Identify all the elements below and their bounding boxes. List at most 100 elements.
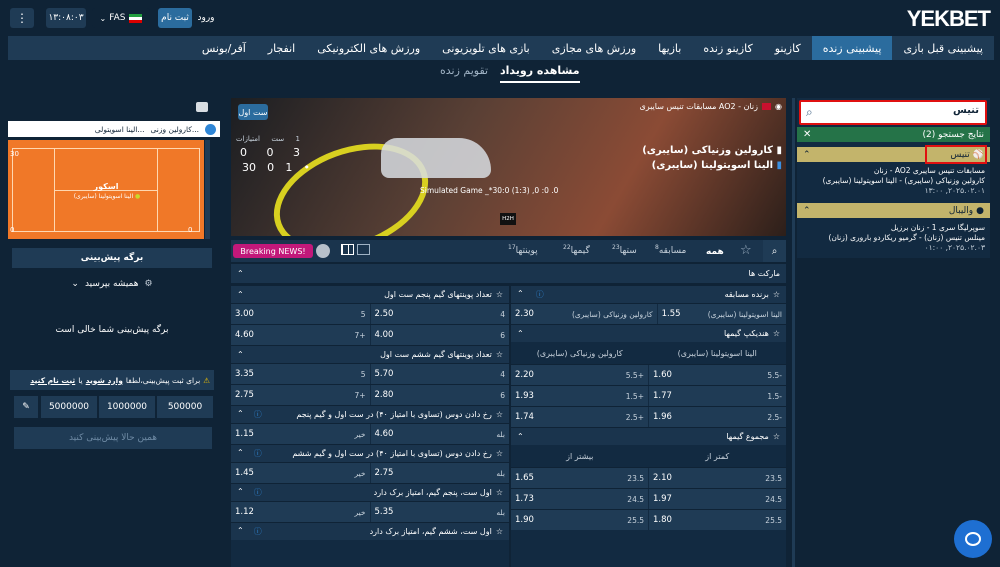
search-icon[interactable]: ⌕ (806, 105, 813, 120)
market-header-handicap[interactable]: ⌃ هندیکپ گیمها ☆ (511, 324, 786, 342)
odd-button[interactable]: 2.75 بله (370, 463, 509, 483)
layout-single-icon[interactable] (357, 244, 370, 255)
star-icon[interactable]: ☆ (773, 329, 780, 338)
tab-live-calendar[interactable]: تقویم زنده (440, 64, 488, 81)
odd-button[interactable]: 2.75 7+ (231, 385, 370, 405)
market-header[interactable]: ⌃ تعداد پوینتهای گیم ششم ست اول ☆ (231, 345, 509, 363)
odd-button[interactable]: 2.80 6 (370, 385, 509, 405)
odd-button[interactable]: 1.96 2.5- (649, 407, 786, 427)
layout-double-icon[interactable] (341, 244, 354, 255)
chevron-up-icon[interactable]: ⌃ (237, 269, 244, 278)
odd-button[interactable]: 1.77 1.5- (649, 386, 786, 406)
odd-button[interactable]: 2.30 کارولین وزنیاکی (سایبری) (511, 304, 657, 324)
odd-button[interactable]: 2.50 4 (370, 304, 509, 324)
odd-button[interactable]: 3.35 5 (231, 364, 370, 384)
odd-button[interactable]: 4.00 6 (370, 325, 509, 345)
star-icon[interactable]: ☆ (496, 290, 503, 299)
nav-item[interactable]: ورزش های الکترونیکی (306, 36, 431, 60)
market-search-button[interactable]: ⌕ (763, 240, 786, 262)
market-header[interactable]: ⌃ ⓘ رخ دادن دوس (تساوی با امتیاز ۴۰) در س… (231, 444, 509, 462)
tab-events[interactable]: مشاهده رویداد (500, 64, 580, 83)
edit-amount-button[interactable]: ✎ (14, 396, 38, 418)
market-header-total[interactable]: ⌃ مجموع گیمها ☆ (511, 427, 786, 445)
logo[interactable]: YEKBET (907, 6, 991, 32)
nav-item[interactable]: پیشبینی قبل بازی (892, 36, 994, 60)
nav-item[interactable]: کازینو (764, 36, 812, 60)
odd-button[interactable]: 1.73 24.5 (511, 489, 648, 509)
search-box[interactable]: ⌕ (799, 100, 987, 125)
search-result-item[interactable]: سوپرلیگا سری 1 - زنان برزیل مینلس تنیس (… (800, 223, 985, 253)
odd-button[interactable]: 1.12 خیر (231, 502, 370, 522)
right-scrollbar[interactable] (792, 98, 795, 567)
star-icon[interactable]: ☆ (496, 488, 503, 497)
betslip-title[interactable]: برگه پیش‌بینی (12, 248, 212, 268)
info-icon[interactable]: ⓘ (254, 409, 262, 420)
star-icon[interactable]: ☆ (496, 527, 503, 536)
quick-amount-button[interactable]: 5000000 (41, 396, 97, 418)
login-button[interactable]: ورود (194, 8, 218, 28)
signup-button[interactable]: ثبت نام (158, 8, 192, 28)
market-header[interactable]: ⌃ تعداد پوینتهای گیم پنجم ست اول ☆ (231, 285, 509, 303)
h2h-button[interactable]: H2H (500, 213, 516, 225)
tab-match[interactable]: 8مسابقه (655, 244, 686, 256)
market-header[interactable]: ⌃ ⓘ رخ دادن دوس (تساوی با امتیاز ۴۰) در س… (231, 405, 509, 423)
place-bet-button[interactable]: همین حالا پیش‌بینی کنید (14, 427, 212, 449)
odd-button[interactable]: 1.15 خیر (231, 424, 370, 444)
market-header[interactable]: ⌃ ⓘ اول ست، ششم گیم، امتیاز برک دارد ☆ (231, 522, 509, 540)
quick-amount-button[interactable]: 500000 (157, 396, 213, 418)
odd-button[interactable]: 1.74 2.5+ (511, 407, 648, 427)
court-scrollbar[interactable] (205, 140, 210, 239)
info-icon[interactable]: ⓘ (254, 487, 262, 498)
odd-button[interactable]: 2.20 5.5+ (511, 365, 648, 385)
odd-button[interactable]: 1.80 25.5 (649, 510, 786, 530)
odd-button[interactable]: 2.10 23.5 (649, 468, 786, 488)
tab-games[interactable]: 22گیمها (563, 244, 590, 256)
star-icon[interactable]: ☆ (773, 432, 780, 441)
odd-button[interactable]: 5.70 4 (370, 364, 509, 384)
star-icon[interactable]: ☆ (496, 449, 503, 458)
search-result-item[interactable]: مسابقات تنیس سایبری AO2 - زنان کارولین و… (800, 166, 985, 196)
star-icon[interactable]: ☆ (496, 410, 503, 419)
menu-button[interactable]: ⋮ (10, 8, 34, 28)
odd-button[interactable]: 1.93 1.5+ (511, 386, 648, 406)
odd-button[interactable]: 4.60 7+ (231, 325, 370, 345)
odd-button[interactable]: 1.65 23.5 (511, 468, 648, 488)
info-icon[interactable]: ⓘ (254, 448, 262, 459)
odd-button[interactable]: 3.00 5 (231, 304, 370, 324)
accept-odds-select[interactable]: ⌄ همیشه بپرسید ⚙ (12, 275, 212, 293)
star-icon[interactable]: ☆ (496, 350, 503, 359)
nav-item[interactable]: انفجار (257, 36, 306, 60)
odd-button[interactable]: 5.35 بله (370, 502, 509, 522)
quick-amount-button[interactable]: 1000000 (99, 396, 155, 418)
nav-item[interactable]: بازیها (647, 36, 692, 60)
odd-button[interactable]: 1.97 24.5 (649, 489, 786, 509)
mini-match-bar[interactable]: الینا اسویتولی... کارولین وزنی... (8, 121, 220, 137)
odd-button[interactable]: 4.60 بله (370, 424, 509, 444)
tab-points[interactable]: 17پوینتها (508, 244, 538, 256)
nav-item[interactable]: کازینو زنده (692, 36, 763, 60)
search-input[interactable] (829, 105, 979, 116)
star-icon[interactable]: ☆ (773, 290, 780, 299)
info-icon[interactable]: ⓘ (536, 289, 544, 300)
sport-group-volleyball[interactable]: ⌃ والیبال ● (797, 203, 990, 218)
language-select[interactable]: ⌄ FAS (92, 8, 150, 28)
market-header[interactable]: ⌃ ⓘ اول ست، پنجم گیم، امتیاز برک دارد ☆ (231, 483, 509, 501)
collapse-icon[interactable] (196, 102, 208, 112)
odd-button[interactable]: 1.55 الینا اسویتولینا (سایبری) (657, 304, 786, 324)
info-icon[interactable]: ⓘ (254, 526, 262, 537)
nav-item[interactable]: ورزش های مجازی (541, 36, 647, 60)
favorite-star-icon[interactable]: ☆ (740, 243, 752, 258)
tab-sets[interactable]: 23ستها (612, 244, 637, 256)
nav-item[interactable]: بازی های تلویزیونی (431, 36, 541, 60)
odd-button[interactable]: 1.60 5.5- (649, 365, 786, 385)
login-link[interactable]: وارد شوید (86, 376, 123, 385)
tab-all[interactable]: همه (706, 247, 724, 257)
market-header-winner[interactable]: ⌃ ⓘ برنده مسابقه ☆ (511, 285, 786, 303)
nav-item[interactable]: آفر/بونس (191, 36, 257, 60)
signup-link[interactable]: ثبت نام کنید (30, 376, 75, 385)
odd-button[interactable]: 1.90 25.5 (511, 510, 648, 530)
close-icon[interactable]: ✕ (803, 129, 811, 140)
odd-button[interactable]: 1.45 خیر (231, 463, 370, 483)
breaking-news-badge[interactable]: Breaking NEWS! (233, 244, 313, 258)
nav-item[interactable]: پیشبینی زنده (811, 36, 893, 60)
